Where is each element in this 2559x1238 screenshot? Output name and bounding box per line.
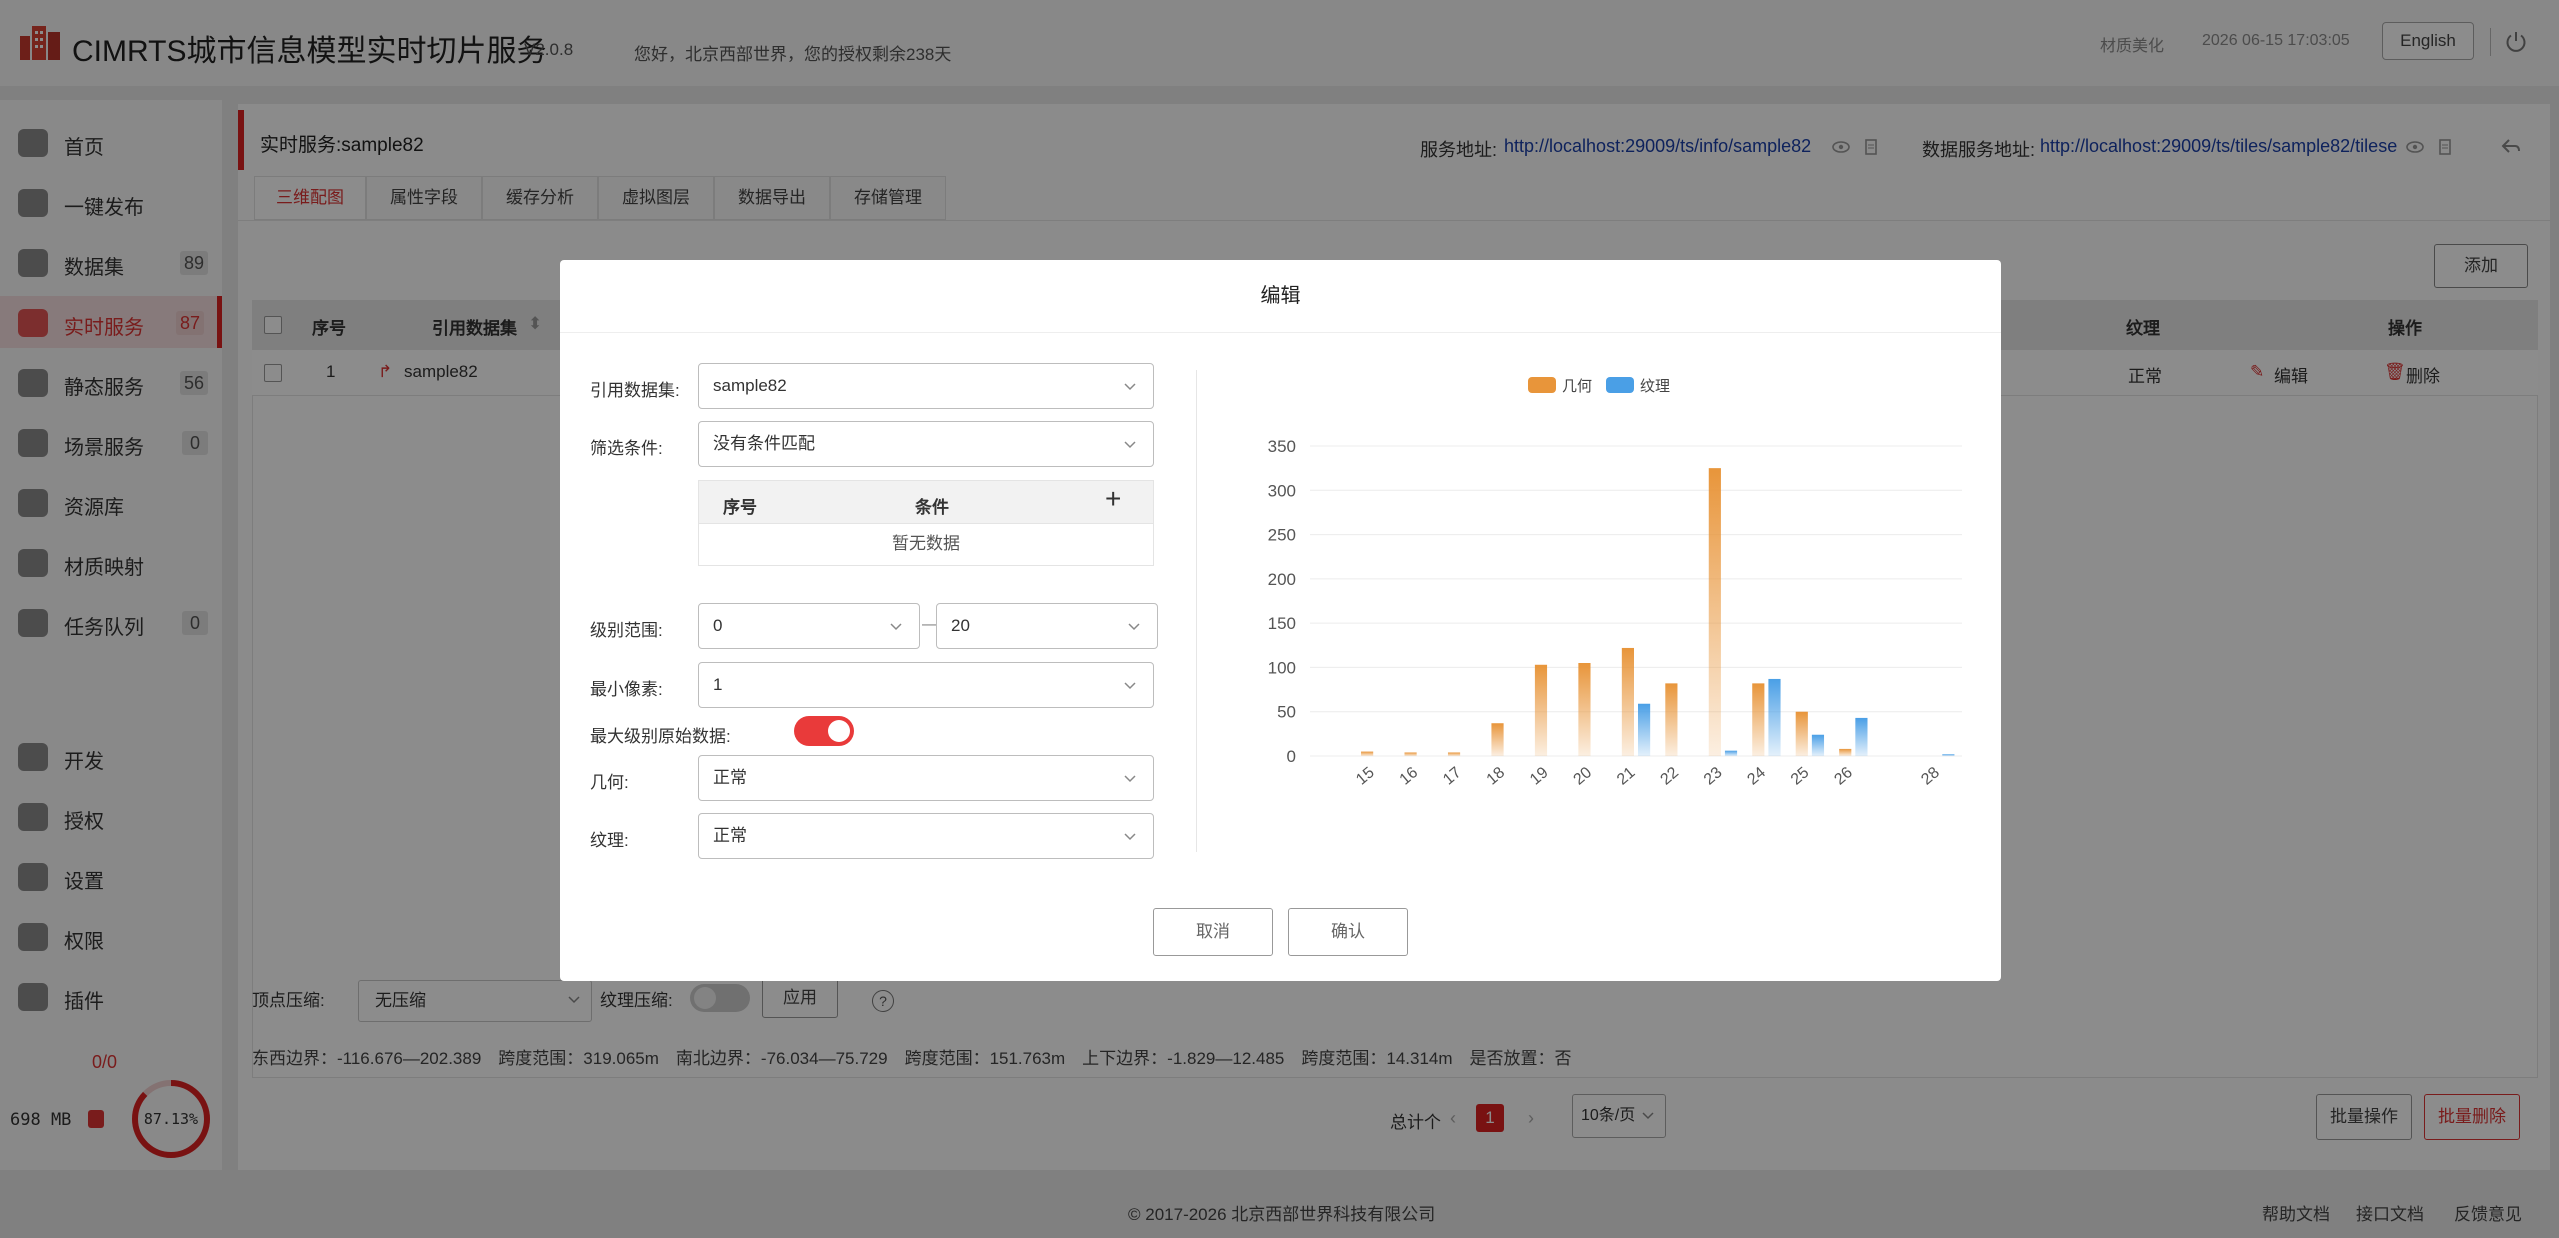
x-tick-label: 17	[1440, 764, 1465, 789]
chevron-down-icon	[1124, 833, 1136, 841]
bar-geometry	[1795, 711, 1808, 756]
filter-label: 筛选条件:	[590, 439, 663, 458]
condition-empty: 暂无数据	[698, 524, 1154, 566]
dialog-title: 编辑	[1260, 285, 1301, 307]
bar-geometry	[1839, 748, 1852, 756]
y-tick-label: 200	[1268, 570, 1296, 589]
x-tick-label: 15	[1353, 764, 1378, 789]
bar-geometry	[1447, 752, 1461, 756]
x-tick-label: 16	[1397, 764, 1422, 789]
level-min-select[interactable]: 0	[698, 603, 920, 649]
geometry-label: 几何:	[590, 773, 629, 792]
dataset-select[interactable]: sample82	[698, 363, 1154, 409]
edit-dialog: 编辑 引用数据集: sample82 筛选条件: 没有条件匹配 序号 条件 + …	[560, 260, 2001, 981]
geometry-select[interactable]: 正常	[698, 755, 1154, 801]
x-tick-label: 24	[1744, 764, 1769, 789]
level-range-label: 级别范围:	[590, 621, 663, 640]
min-pixel-value: 1	[713, 675, 723, 694]
chevron-down-icon	[1128, 623, 1140, 631]
min-pixel-label: 最小像素:	[590, 680, 663, 699]
x-tick-label: 22	[1657, 764, 1682, 789]
bar-geometry	[1404, 752, 1417, 756]
filter-value: 没有条件匹配	[713, 434, 815, 453]
y-tick-label: 350	[1268, 437, 1296, 456]
geometry-value: 正常	[713, 768, 747, 787]
bar-texture	[1811, 734, 1825, 756]
bar-texture	[1942, 754, 1955, 756]
condition-table-header: 序号 条件 +	[698, 480, 1154, 524]
bar-geometry	[1361, 751, 1374, 756]
chevron-down-icon	[1124, 383, 1136, 391]
bar-texture	[1724, 750, 1738, 756]
bar-geometry	[1752, 683, 1765, 756]
y-tick-label: 300	[1268, 481, 1296, 500]
y-tick-label: 150	[1268, 614, 1296, 633]
texture-select[interactable]: 正常	[698, 813, 1154, 859]
x-tick-label: 18	[1484, 764, 1509, 789]
bar-geometry	[1534, 664, 1548, 756]
bar-texture	[1768, 678, 1781, 756]
y-tick-label: 50	[1277, 703, 1296, 722]
y-tick-label: 250	[1268, 526, 1296, 545]
chevron-down-icon	[1124, 682, 1136, 690]
bar-geometry	[1621, 647, 1634, 756]
level-max-value: 20	[951, 616, 970, 635]
bar-texture	[1855, 717, 1868, 756]
x-tick-label: 25	[1788, 764, 1813, 789]
texture-label: 纹理:	[590, 831, 629, 850]
x-tick-label: 28	[1918, 764, 1943, 789]
level-min-value: 0	[713, 616, 723, 635]
dataset-value: sample82	[713, 376, 787, 395]
x-tick-label: 20	[1571, 764, 1596, 789]
x-tick-label: 26	[1831, 764, 1856, 789]
y-tick-label: 0	[1287, 747, 1296, 766]
raw-data-toggle[interactable]	[794, 716, 854, 746]
add-condition-icon[interactable]: +	[1105, 483, 1121, 515]
chevron-down-icon	[1124, 441, 1136, 449]
confirm-button[interactable]: 确认	[1288, 908, 1408, 956]
dataset-label: 引用数据集:	[590, 381, 680, 400]
texture-value: 正常	[713, 826, 747, 845]
raw-data-label: 最大级别原始数据:	[590, 727, 731, 746]
filter-select[interactable]: 没有条件匹配	[698, 421, 1154, 467]
chevron-down-icon	[890, 623, 902, 631]
cancel-button[interactable]: 取消	[1153, 908, 1273, 956]
bar-geometry	[1491, 723, 1504, 756]
bar-geometry	[1578, 663, 1591, 756]
min-pixel-select[interactable]: 1	[698, 662, 1154, 708]
level-distribution-chart: 0 50 100 150 200 250 300 350 15 16 17 18 19 20 21 22 23 2…	[1268, 437, 1962, 789]
condition-index-header: 序号	[723, 498, 757, 517]
x-tick-label: 19	[1527, 764, 1552, 789]
bar-geometry	[1708, 468, 1721, 756]
bar-geometry	[1665, 683, 1678, 756]
y-tick-label: 100	[1268, 658, 1296, 677]
chevron-down-icon	[1124, 775, 1136, 783]
dialog-column-divider	[1196, 370, 1197, 852]
x-tick-label: 21	[1614, 764, 1639, 789]
bar-texture	[1638, 703, 1651, 756]
x-tick-label: 23	[1701, 764, 1726, 789]
dialog-divider	[560, 332, 2001, 333]
level-max-select[interactable]: 20	[936, 603, 1158, 649]
condition-header: 条件	[915, 498, 949, 517]
